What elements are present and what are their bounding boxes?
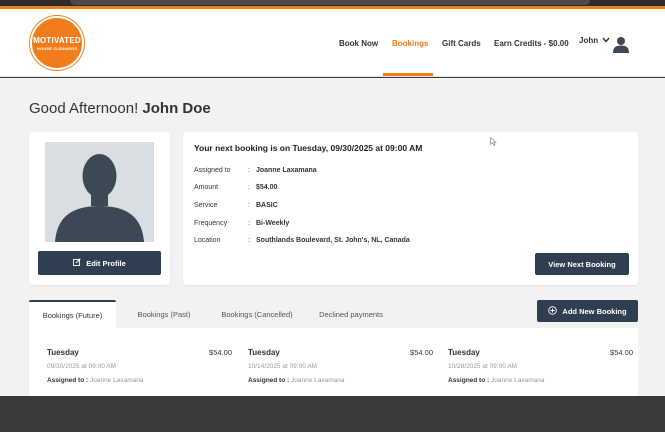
booking-day: Tuesday bbox=[248, 348, 280, 357]
user-name: John bbox=[579, 36, 599, 45]
assigned-name: Joanne Laxamana bbox=[290, 377, 345, 384]
greeting-name: John Doe bbox=[142, 100, 211, 117]
bookings-list: Tuesday $54.00 09/30/2025 at 09:00 AM As… bbox=[29, 328, 638, 396]
nav-bookings[interactable]: Bookings bbox=[392, 39, 428, 48]
brand-name: MOTIVATED bbox=[33, 35, 81, 45]
edit-profile-button[interactable]: Edit Profile bbox=[38, 251, 161, 275]
detail-row-location: Location: Southlands Boulevard, St. John'… bbox=[194, 237, 410, 244]
booking-amount: $54.00 bbox=[410, 348, 433, 357]
booking-day: Tuesday bbox=[448, 348, 480, 357]
profile-photo bbox=[45, 142, 154, 242]
assigned-label: Assigned to : bbox=[248, 377, 290, 384]
booking-amount: $54.00 bbox=[610, 348, 633, 357]
detail-value: Bi-Weekly bbox=[256, 220, 290, 227]
detail-row-frequency: Frequency: Bi-Weekly bbox=[194, 220, 290, 227]
add-new-booking-button[interactable]: Add New Booking bbox=[537, 300, 638, 322]
detail-value: Southlands Boulevard, St. John's, NL, Ca… bbox=[256, 237, 410, 244]
booking-amount: $54.00 bbox=[209, 348, 232, 357]
tab-bookings-cancelled[interactable]: Bookings (Cancelled) bbox=[207, 300, 307, 328]
booking-datetime: 10/28/2025 at 09:00 AM bbox=[448, 363, 518, 370]
edit-profile-label: Edit Profile bbox=[86, 258, 126, 268]
user-avatar-icon[interactable] bbox=[612, 35, 630, 53]
booking-datetime: 10/14/2025 at 09:00 AM bbox=[248, 363, 318, 370]
detail-key: Location bbox=[194, 237, 221, 244]
chevron-down-icon bbox=[602, 36, 610, 45]
nav-earn-credits[interactable]: Earn Credits - $0.00 bbox=[494, 39, 569, 48]
nav-gift-cards[interactable]: Gift Cards bbox=[442, 39, 481, 48]
address-bar-edge bbox=[70, 0, 590, 5]
greeting: Good Afternoon! John Doe bbox=[29, 100, 211, 117]
assigned-label: Assigned to : bbox=[448, 377, 490, 384]
browser-top-bar bbox=[0, 0, 665, 9]
brand-tagline: HOUSE CLEANERS bbox=[36, 45, 78, 51]
booking-assigned: Assigned to : Joanne Laxamana bbox=[47, 377, 143, 384]
detail-key: Frequency bbox=[194, 220, 228, 227]
site-header: MOTIVATED HOUSE CLEANERS Book Now Bookin… bbox=[0, 9, 665, 77]
window-bottom-frame bbox=[0, 396, 665, 432]
nav-book-now[interactable]: Book Now bbox=[339, 39, 378, 48]
greeting-prefix: Good Afternoon! bbox=[29, 100, 139, 117]
detail-row-amount: Amount: $54.00 bbox=[194, 184, 278, 191]
next-booking-card: Your next booking is on Tuesday, 09/30/2… bbox=[183, 132, 638, 285]
detail-key: Amount bbox=[194, 184, 219, 191]
edit-icon bbox=[73, 258, 81, 268]
detail-value: Joanne Laxamana bbox=[256, 167, 317, 174]
profile-silhouette-icon bbox=[45, 142, 154, 242]
brand-logo[interactable]: MOTIVATED HOUSE CLEANERS bbox=[30, 16, 84, 70]
plus-circle-icon bbox=[548, 305, 558, 317]
add-new-booking-label: Add New Booking bbox=[562, 306, 627, 316]
booking-assigned: Assigned to : Joanne Laxamana bbox=[448, 377, 544, 384]
booking-assigned: Assigned to : Joanne Laxamana bbox=[248, 377, 344, 384]
assigned-name: Joanne Laxamana bbox=[490, 377, 545, 384]
detail-key: Service bbox=[194, 202, 218, 209]
next-booking-title: Your next booking is on Tuesday, 09/30/2… bbox=[194, 143, 423, 153]
tab-declined-payments[interactable]: Declined payments bbox=[305, 300, 397, 328]
dashboard-page: Good Afternoon! John Doe Edit Profile Yo… bbox=[0, 78, 665, 396]
detail-value: BASIC bbox=[256, 202, 278, 209]
tab-bookings-past[interactable]: Bookings (Past) bbox=[124, 300, 204, 328]
detail-row-service: Service: BASIC bbox=[194, 202, 278, 209]
mouse-cursor-icon bbox=[490, 136, 497, 148]
detail-key: Assigned to bbox=[194, 167, 231, 174]
tab-bookings-future[interactable]: Bookings (Future) bbox=[29, 300, 116, 328]
active-nav-indicator bbox=[383, 73, 433, 76]
assigned-label: Assigned to : bbox=[47, 377, 89, 384]
booking-day: Tuesday bbox=[47, 348, 79, 357]
detail-row-assigned: Assigned to: Joanne Laxamana bbox=[194, 167, 317, 174]
profile-card: Edit Profile bbox=[29, 132, 170, 285]
user-menu[interactable]: John bbox=[579, 36, 610, 45]
booking-datetime: 09/30/2025 at 09:00 AM bbox=[47, 363, 117, 370]
view-next-booking-button[interactable]: View Next Booking bbox=[535, 253, 629, 275]
assigned-name: Joanne Laxamana bbox=[89, 377, 144, 384]
detail-value: $54.00 bbox=[256, 184, 278, 191]
